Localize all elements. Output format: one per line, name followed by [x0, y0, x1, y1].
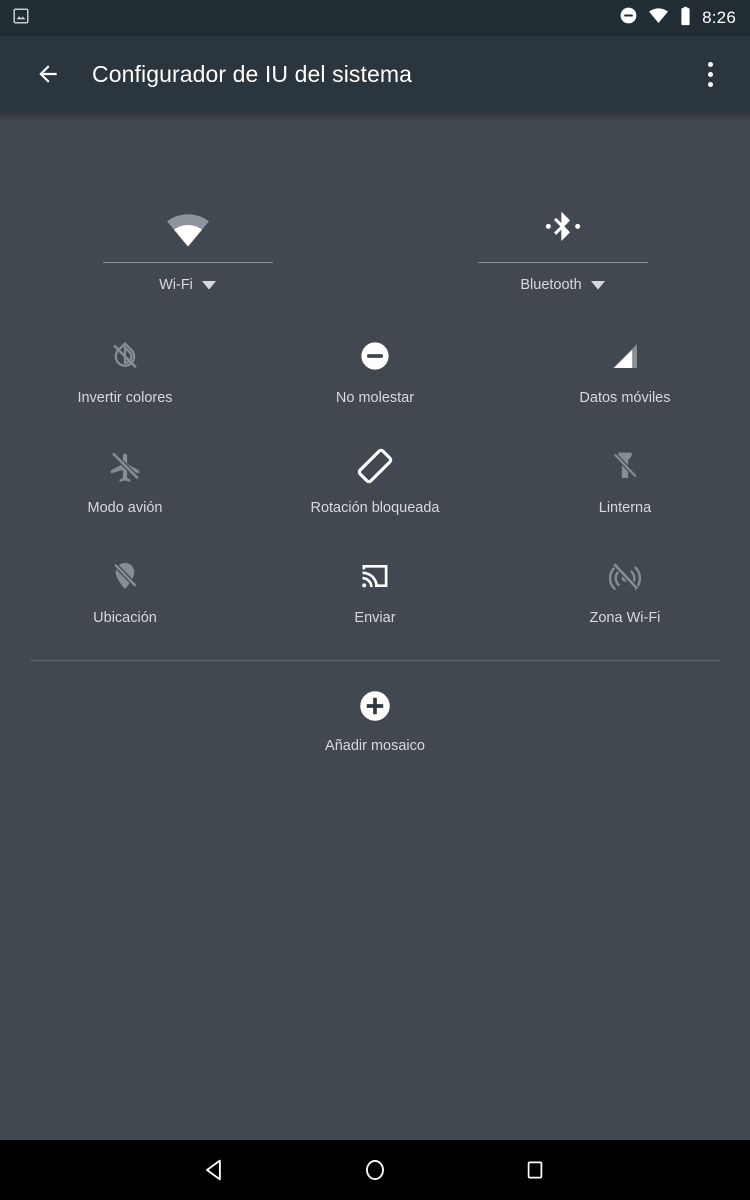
tile-invertir-colores[interactable]: Invertir colores	[0, 330, 250, 440]
tile-bluetooth[interactable]: Bluetooth	[375, 190, 750, 293]
invert-colors-off-icon	[108, 330, 142, 382]
plus-icon	[358, 678, 392, 734]
chevron-down-icon	[590, 280, 605, 290]
system-ui-tuner-screen: 8:26 Configurador de IU del sistema Wi-F…	[0, 0, 750, 1200]
tile-underline	[102, 262, 273, 263]
tile-label: Bluetooth	[520, 277, 582, 293]
tile-label: Rotación bloqueada	[310, 500, 440, 516]
add-tile-button[interactable]: Añadir mosaico	[0, 678, 750, 754]
tile-zona-wifi[interactable]: Zona Wi-Fi	[500, 550, 750, 660]
tile-label-row: Bluetooth	[520, 277, 605, 293]
tile-label: Datos móviles	[579, 390, 671, 406]
section-divider	[30, 660, 720, 661]
tile-label: Enviar	[354, 610, 396, 626]
detail-tiles-row: Wi-Fi Bluetooth	[0, 190, 750, 293]
nav-recents-button[interactable]	[455, 1140, 615, 1200]
square-recents-icon	[527, 1161, 543, 1179]
screenshot-notification-icon	[12, 7, 30, 30]
circle-home-icon	[366, 1159, 384, 1181]
tile-label: Linterna	[598, 500, 652, 516]
flashlight-off-icon	[609, 440, 641, 492]
tile-ubicacion[interactable]: Ubicación	[0, 550, 250, 660]
overflow-menu-button[interactable]	[688, 51, 732, 97]
tile-linterna[interactable]: Linterna	[500, 440, 750, 550]
status-bar-clock: 8:26	[702, 8, 736, 27]
screen-rotation-lock-icon	[356, 440, 394, 492]
tiles-row: Modo avión Rotación bloqueada Linterna	[0, 440, 750, 550]
tile-label: Zona Wi-Fi	[589, 610, 661, 626]
tile-label: No molestar	[335, 390, 415, 406]
overflow-dot	[707, 61, 713, 67]
tile-label-row: Wi-Fi	[159, 277, 216, 293]
status-bar: 8:26	[0, 0, 750, 36]
quick-settings-editor: Wi-Fi Bluetooth Invertir colores No mole…	[0, 112, 750, 1140]
chevron-down-icon	[201, 280, 216, 290]
nav-back-button[interactable]	[135, 1140, 295, 1200]
tile-datos-moviles[interactable]: Datos móviles	[500, 330, 750, 440]
location-off-icon	[109, 550, 141, 602]
tile-rotacion-bloqueada[interactable]: Rotación bloqueada	[250, 440, 500, 550]
hotspot-off-icon	[608, 550, 642, 602]
navigation-bar	[0, 1140, 750, 1200]
wifi-icon	[165, 190, 211, 248]
tile-underline	[477, 262, 648, 263]
overflow-dot	[707, 81, 713, 87]
wifi-icon	[648, 5, 669, 31]
status-bar-notifications	[12, 7, 619, 30]
do-not-disturb-icon	[359, 330, 391, 382]
nav-home-button[interactable]	[295, 1140, 455, 1200]
cast-icon	[358, 550, 392, 602]
tile-label: Modo avión	[87, 500, 163, 516]
tile-label: Wi-Fi	[159, 277, 193, 293]
overflow-dot	[707, 71, 713, 77]
battery-icon	[679, 6, 692, 31]
back-arrow-icon	[39, 65, 57, 83]
do-not-disturb-icon	[619, 6, 638, 30]
tile-wifi[interactable]: Wi-Fi	[0, 190, 375, 293]
bluetooth-icon	[543, 190, 583, 248]
tiles-row: Ubicación Enviar Zona Wi-Fi	[0, 550, 750, 660]
triangle-back-icon	[206, 1159, 221, 1181]
tiles-grid: Invertir colores No molestar Datos móvil…	[0, 330, 750, 660]
page-title: Configurador de IU del sistema	[92, 60, 413, 87]
tile-label: Invertir colores	[77, 390, 173, 406]
app-bar: Configurador de IU del sistema	[0, 36, 750, 112]
tiles-row: Invertir colores No molestar Datos móvil…	[0, 330, 750, 440]
tile-enviar[interactable]: Enviar	[250, 550, 500, 660]
airplane-mode-off-icon	[108, 440, 142, 492]
add-tile-label: Añadir mosaico	[325, 738, 425, 754]
tile-modo-avion[interactable]: Modo avión	[0, 440, 250, 550]
back-button[interactable]	[26, 52, 70, 96]
tile-label: Ubicación	[93, 610, 157, 626]
tile-no-molestar[interactable]: No molestar	[250, 330, 500, 440]
status-bar-system-icons: 8:26	[619, 5, 736, 31]
signal-cellular-icon	[609, 330, 641, 382]
